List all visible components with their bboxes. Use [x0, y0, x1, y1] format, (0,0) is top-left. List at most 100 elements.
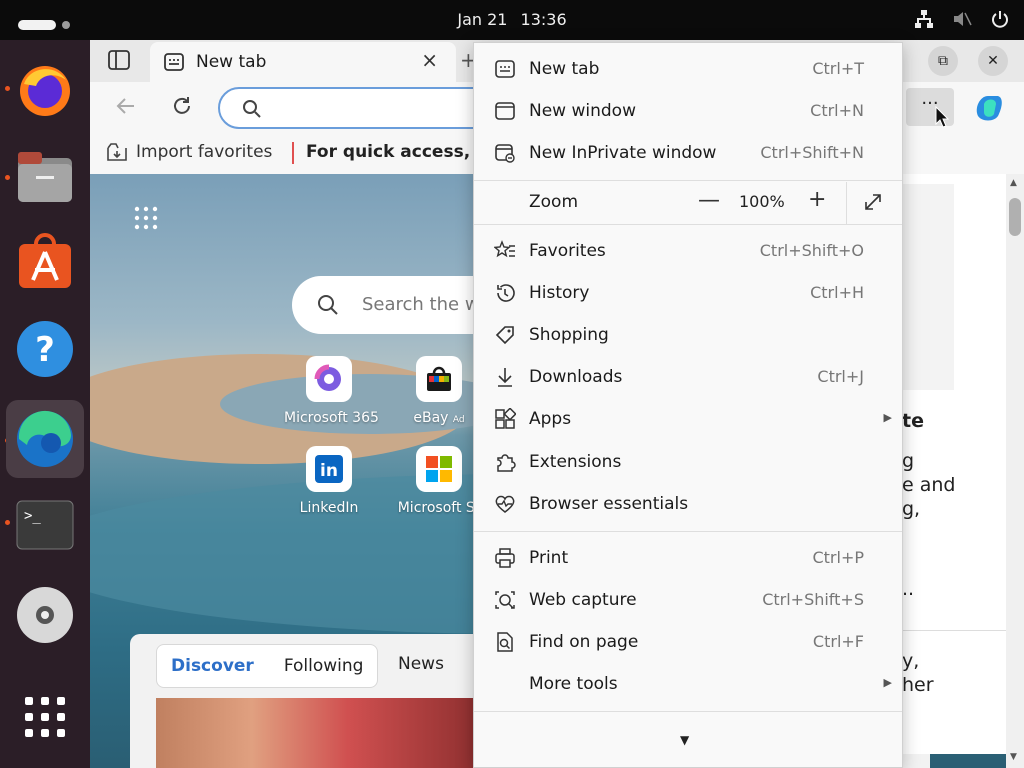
side-card-text: g,	[902, 498, 921, 520]
close-window-button[interactable]: ✕	[978, 46, 1008, 76]
submenu-arrow-icon: ▶	[883, 411, 892, 424]
app-grid-icon	[25, 697, 65, 737]
menu-item-browser-essentials[interactable]: Browser essentials	[474, 484, 902, 524]
feed-tabs: Discover Following	[156, 644, 379, 688]
menu-item-label: Browser essentials	[529, 494, 689, 514]
menu-item-find-on-page[interactable]: Find on page Ctrl+F	[474, 622, 902, 662]
dock-firefox[interactable]	[6, 50, 84, 128]
quick-link-label: LinkedIn	[299, 500, 359, 516]
menu-item-favorites[interactable]: Favorites Ctrl+Shift+O	[474, 231, 902, 271]
menu-item-shortcut: Ctrl+Shift+O	[759, 241, 864, 260]
tab-news[interactable]: News	[398, 654, 444, 674]
linkedin-icon: in	[306, 446, 352, 492]
settings-and-more-menu: New tab Ctrl+T New window Ctrl+N New InP…	[473, 42, 903, 768]
restore-window-button[interactable]: ⧉	[928, 46, 958, 76]
downloads-icon	[498, 368, 512, 387]
import-favorites-button[interactable]: Import favorites	[106, 142, 272, 162]
quick-link-microsoft-store[interactable]: Microsoft St	[394, 446, 484, 516]
scrollbar-thumb[interactable]	[1009, 198, 1021, 236]
scroll-down-arrow-icon[interactable]: ▼	[1010, 752, 1017, 762]
menu-separator	[474, 711, 902, 712]
copilot-icon[interactable]	[972, 90, 1006, 124]
system-tray[interactable]	[914, 9, 1010, 29]
menu-item-shopping[interactable]: Shopping	[474, 315, 902, 355]
reload-icon	[174, 97, 190, 114]
quick-link-microsoft-365[interactable]: Microsoft 365	[284, 356, 379, 426]
side-card-text: e and	[902, 474, 956, 496]
top-bar: Jan 21 13:36	[0, 0, 1024, 40]
ad-badge: Ad	[452, 415, 465, 425]
import-favorites-label: Import favorites	[136, 142, 273, 162]
dock-app-center[interactable]	[6, 222, 84, 300]
menu-item-more-tools[interactable]: More tools ▶	[474, 664, 902, 704]
menu-item-label: History	[529, 283, 590, 303]
search-icon	[243, 100, 261, 118]
menu-item-new-tab[interactable]: New tab Ctrl+T	[474, 49, 902, 89]
quick-link-label-row: eBay Ad	[394, 410, 484, 426]
dock-disc[interactable]	[6, 576, 84, 654]
feed-article-image[interactable]	[156, 698, 476, 768]
expand-more-chevron-icon[interactable]: ▼	[680, 733, 689, 747]
ebay-icon	[416, 356, 462, 402]
side-card-image	[902, 184, 954, 390]
quick-link-label: eBay	[413, 410, 449, 426]
clock[interactable]: Jan 21 13:36	[0, 10, 1024, 29]
new-window-icon	[495, 102, 515, 120]
side-divider	[902, 630, 1006, 631]
svg-text:>_: >_	[24, 508, 41, 524]
menu-item-apps[interactable]: Apps ▶	[474, 399, 902, 439]
app-launcher-icon[interactable]	[134, 206, 158, 230]
tab-new-tab[interactable]: New tab ×	[150, 42, 456, 82]
back-button[interactable]	[114, 94, 138, 124]
menu-item-new-window[interactable]: New window Ctrl+N	[474, 91, 902, 131]
tab-title: New tab	[196, 52, 267, 72]
favorites-divider	[292, 142, 294, 164]
dock-edge[interactable]	[6, 400, 84, 478]
menu-item-label: Downloads	[529, 367, 623, 387]
heart-pulse-icon	[495, 495, 515, 513]
side-card-text: g	[902, 450, 915, 472]
tab-close-button[interactable]: ×	[421, 48, 438, 72]
microsoft-365-icon	[306, 356, 352, 402]
tab-following[interactable]: Following	[284, 656, 364, 676]
new-tab-icon	[495, 60, 515, 78]
svg-text:?: ?	[35, 330, 55, 370]
inprivate-icon	[495, 144, 515, 163]
dock-terminal[interactable]: >_	[6, 486, 84, 564]
tab-actions-icon[interactable]	[108, 50, 130, 70]
menu-item-shortcut: Ctrl+Shift+N	[760, 143, 864, 162]
menu-item-extensions[interactable]: Extensions	[474, 442, 902, 482]
zoom-in-button[interactable]: +	[808, 187, 826, 212]
menu-item-new-inprivate-window[interactable]: New InPrivate window Ctrl+Shift+N	[474, 133, 902, 173]
terminal-icon: >_	[16, 500, 74, 550]
menu-item-downloads[interactable]: Downloads Ctrl+J	[474, 357, 902, 397]
menu-item-shortcut: Ctrl+Shift+S	[762, 590, 864, 609]
menu-item-print[interactable]: Print Ctrl+P	[474, 538, 902, 578]
dock-app-grid[interactable]	[6, 678, 84, 756]
menu-item-web-capture[interactable]: Web capture Ctrl+Shift+S	[474, 580, 902, 620]
menu-item-label: Apps	[529, 409, 572, 429]
zoom-out-button[interactable]: —	[698, 188, 720, 213]
dock-help[interactable]: ?	[6, 310, 84, 388]
back-arrow-icon	[116, 98, 134, 114]
menu-item-label: New tab	[529, 59, 600, 79]
menu-item-label: New window	[529, 101, 636, 121]
print-icon	[495, 548, 515, 568]
files-icon	[18, 152, 72, 202]
web-search-placeholder: Search the w	[362, 294, 480, 315]
tab-discover[interactable]: Discover	[171, 656, 254, 676]
zoom-level: 100%	[739, 192, 785, 211]
dock-files[interactable]	[6, 138, 84, 216]
edge-icon	[17, 410, 73, 467]
side-card-text: ..	[902, 578, 915, 600]
scroll-up-arrow-icon[interactable]: ▲	[1010, 178, 1017, 188]
web-capture-icon	[495, 591, 515, 609]
quick-link-ebay[interactable]: eBay Ad	[394, 356, 484, 426]
page-scrollbar[interactable]: ▲ ▼	[1006, 174, 1024, 768]
fullscreen-icon[interactable]	[862, 191, 884, 213]
reload-button[interactable]	[170, 94, 194, 124]
menu-item-label: More tools	[529, 674, 618, 694]
quick-link-linkedin[interactable]: in LinkedIn	[284, 446, 374, 516]
menu-item-history[interactable]: History Ctrl+H	[474, 273, 902, 313]
extensions-icon	[497, 454, 516, 472]
